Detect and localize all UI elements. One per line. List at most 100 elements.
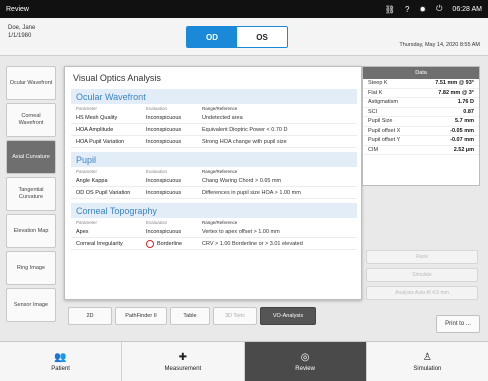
simulate-button[interactable]: Simulate: [366, 268, 478, 282]
evaluation-text: Borderline: [157, 240, 183, 247]
table-row: OD OS Pupil Variation Inconspicuous Diff…: [71, 187, 357, 199]
data-label: Pupil offset X: [368, 127, 401, 134]
col-parameter: Parameter: [76, 106, 98, 111]
rank-button[interactable]: Rank: [366, 250, 478, 264]
nav-label: Simulation: [413, 365, 442, 372]
table-row: HOA Pupil Variation Inconspicuous Strong…: [71, 136, 357, 148]
review-icon: ◎: [300, 351, 310, 363]
col-range: Range/Reference: [202, 169, 238, 174]
row-evaluation: Inconspicuous: [146, 126, 182, 133]
data-value: -0.05 mm: [450, 127, 474, 134]
data-label: Steep K: [368, 80, 388, 87]
data-row: Steep K 7.51 mm @ 93°: [363, 79, 479, 89]
column-headers: Parameter Evaluation Range/Reference: [71, 104, 357, 112]
section-pupil: Pupil Parameter Evaluation Range/Referen…: [71, 152, 357, 199]
row-range: CRV > 1.00 Borderline or > 3.01 elevated: [202, 240, 303, 247]
nav-measurement[interactable]: ✚ Measurement: [122, 342, 245, 381]
table-button[interactable]: Table: [170, 307, 210, 325]
sidebar-item-ocular-wavefront[interactable]: Ocular Wavefront: [6, 66, 56, 100]
data-label: SCI: [368, 108, 378, 115]
data-panel-title: Data: [363, 67, 479, 79]
data-value: 1.76 D: [457, 99, 474, 106]
help-icon[interactable]: ?: [405, 5, 409, 14]
status-bar: Review ⛓ ? ✹ ⏻ 06:28 AM: [0, 0, 488, 18]
patient-header: Doe, Jane 1/1/1980 OD OS Thursday, May 1…: [0, 18, 488, 56]
data-value: -0.07 mm: [450, 137, 474, 144]
table-row: Apex Inconspicuous Vertex to apex offset…: [71, 226, 357, 238]
3d-toric-button[interactable]: 3D Toric: [213, 307, 257, 325]
row-range: Differences in pupil size HOA > 1.00 mm: [202, 189, 301, 196]
row-parameter: OD OS Pupil Variation: [76, 189, 131, 196]
section-title: Corneal Topography: [71, 203, 357, 218]
data-label: Pupil Size: [368, 118, 393, 125]
vo-analysis-button[interactable]: VO-Analysis: [260, 307, 316, 325]
os-button[interactable]: OS: [237, 27, 287, 47]
visual-optics-analysis-dialog: Visual Optics Analysis Ocular Wavefront …: [64, 66, 362, 300]
nav-patient[interactable]: 👥 Patient: [0, 342, 123, 381]
nav-review[interactable]: ◎ Review: [244, 342, 367, 381]
patient-dob: 1/1/1980: [8, 33, 32, 39]
2d-view-button[interactable]: 2D: [68, 307, 112, 325]
simulation-icon: ♙: [422, 351, 432, 363]
row-parameter: HS Mesh Quality: [76, 114, 118, 121]
link-off-icon[interactable]: ⛓: [385, 5, 395, 14]
row-parameter: Apex: [76, 228, 89, 235]
sidebar-item-tangential-curvature[interactable]: Tangential Curvature: [6, 177, 56, 211]
data-label: CIM: [368, 146, 379, 153]
map-sidebar: Ocular Wavefront Corneal Wavefront Axial…: [6, 66, 56, 325]
data-row: Pupil offset Y -0.07 mm: [363, 136, 479, 146]
settings-icon[interactable]: ✹: [419, 5, 426, 14]
table-row: Angle Kappa Inconspicuous Chang Waring C…: [71, 175, 357, 187]
sidebar-item-axial-curvature[interactable]: Axial Curvature: [6, 140, 56, 174]
data-label: Flat K: [368, 89, 383, 96]
data-row: CIM 2.52 µm: [363, 146, 479, 155]
data-label: Astigmatism: [368, 99, 398, 106]
row-parameter: HOA Pupil Variation: [76, 138, 125, 145]
sidebar-item-sensor-image[interactable]: Sensor Image: [6, 288, 56, 322]
row-evaluation: Inconspicuous: [146, 138, 182, 145]
data-row: SCI 0.87: [363, 108, 479, 117]
analysis-autofit-button[interactable]: Analysis Auto-fit 4.5 mm: [366, 286, 478, 300]
pathfinder-button[interactable]: PathFinder II: [115, 307, 167, 325]
print-button[interactable]: Print to ...: [436, 315, 480, 333]
clock: 06:28 AM: [452, 5, 482, 13]
col-range: Range/Reference: [202, 106, 238, 111]
row-evaluation: Inconspicuous: [146, 189, 182, 196]
nav-simulation[interactable]: ♙ Simulation: [367, 342, 488, 381]
exam-date: Thursday, May 14, 2020 8:55 AM: [399, 42, 480, 48]
nav-label: Review: [295, 365, 315, 372]
col-evaluation: Evaluation: [146, 106, 168, 111]
data-row: Pupil offset X -0.05 mm: [363, 127, 479, 136]
patient-name: Doe, Jane: [8, 25, 36, 31]
patient-info: Doe, Jane 1/1/1980: [8, 24, 35, 40]
row-range: Vertex to apex offset > 1.00 mm: [202, 228, 280, 235]
analysis-content[interactable]: Ocular Wavefront Parameter Evaluation Ra…: [71, 89, 357, 299]
section-corneal-topography: Corneal Topography Parameter Evaluation …: [71, 203, 357, 250]
section-ocular-wavefront: Ocular Wavefront Parameter Evaluation Ra…: [71, 89, 357, 148]
eye-toggle: OD OS: [186, 26, 288, 48]
sidebar-item-elevation-map[interactable]: Elevation Map: [6, 214, 56, 248]
measurement-icon: ✚: [178, 351, 188, 363]
col-parameter: Parameter: [76, 220, 98, 225]
row-evaluation: Inconspicuous: [146, 177, 182, 184]
data-row: Pupil Size 5.7 mm: [363, 117, 479, 127]
section-title: Ocular Wavefront: [71, 89, 357, 104]
nav-label: Patient: [51, 365, 70, 372]
data-panel: Data Steep K 7.51 mm @ 93° Flat K 7.82 m…: [362, 66, 480, 186]
row-evaluation-borderline: Borderline: [146, 239, 202, 248]
od-button[interactable]: OD: [187, 27, 237, 47]
data-value: 2.52 µm: [453, 146, 474, 153]
borderline-warning-icon: [146, 239, 154, 248]
section-title: Pupil: [71, 152, 357, 167]
col-range: Range/Reference: [202, 220, 238, 225]
nav-label: Measurement: [164, 365, 202, 372]
row-evaluation: Inconspicuous: [146, 228, 182, 235]
data-value: 5.7 mm: [455, 118, 474, 125]
table-row: HOA Amplitude Inconspicuous Equivalent D…: [71, 124, 357, 136]
sidebar-item-corneal-wavefront[interactable]: Corneal Wavefront: [6, 103, 56, 137]
power-icon[interactable]: ⏻: [436, 4, 442, 14]
row-parameter: Angle Kappa: [76, 177, 108, 184]
sidebar-item-ring-image[interactable]: Ring Image: [6, 251, 56, 285]
row-range: Strong HOA change with pupil size: [202, 138, 287, 145]
view-button-bar: 2D PathFinder II Table 3D Toric VO-Analy…: [68, 307, 316, 325]
